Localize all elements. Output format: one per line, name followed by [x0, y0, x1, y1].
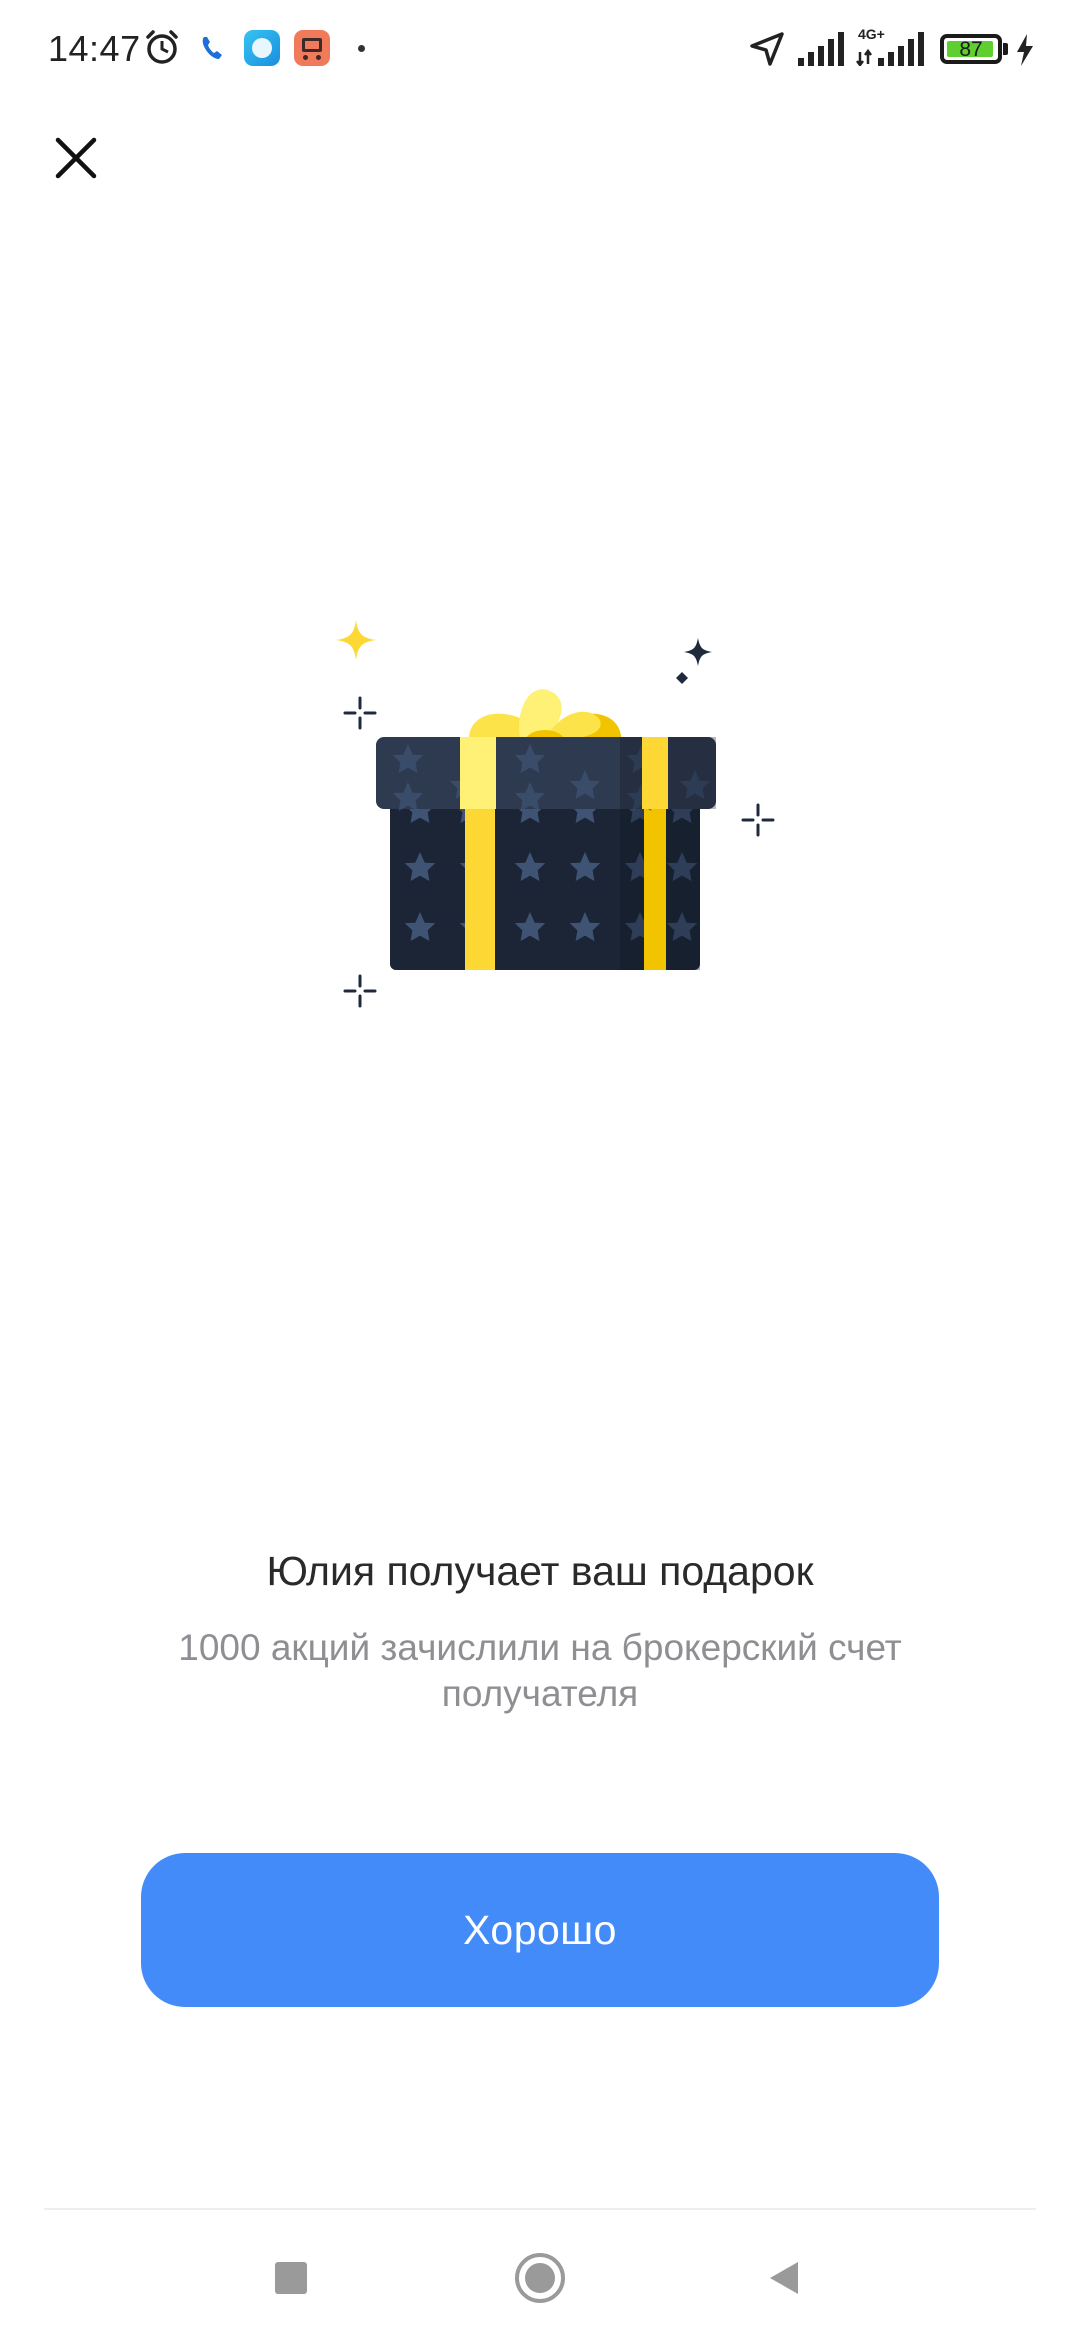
gift-illustration: [336, 620, 775, 1008]
sparkle-icon: [676, 672, 688, 684]
back-button[interactable]: [734, 2248, 834, 2308]
app-notification-icon: [294, 30, 330, 66]
battery-icon: 87: [940, 34, 1002, 64]
home-circle-icon: [515, 2253, 565, 2303]
sparkle-icon: [336, 620, 376, 660]
recents-square-icon: [275, 2262, 307, 2294]
status-time: 14:47: [48, 28, 141, 69]
ok-button[interactable]: Хорошо: [141, 1853, 939, 2007]
nav-divider: [44, 2208, 1036, 2210]
battery-percent: 87: [959, 38, 983, 61]
location-arrow-icon: [750, 32, 784, 66]
signal-icon: [798, 32, 844, 66]
dialog-subtitle: 1000 акций зачислили на брокерский счет …: [178, 1627, 902, 1714]
phone-icon: [202, 37, 222, 59]
close-button[interactable]: [46, 128, 106, 188]
sparkle-icon: [684, 638, 712, 666]
battery-nub: [1003, 43, 1008, 55]
dot-icon: [358, 45, 365, 52]
back-triangle-icon: [770, 2262, 798, 2294]
dialog-title: Юлия получает ваш подарок: [266, 1548, 814, 1594]
close-icon: [55, 137, 97, 179]
app-notification-icon: [244, 30, 280, 66]
charging-icon: [1017, 34, 1033, 66]
status-bar: 14:47 4G+ 87: [0, 0, 1080, 100]
signal-4g-icon: [856, 32, 924, 66]
recents-button[interactable]: [241, 2248, 341, 2308]
alarm-icon: [146, 30, 178, 64]
home-button[interactable]: [490, 2248, 590, 2308]
